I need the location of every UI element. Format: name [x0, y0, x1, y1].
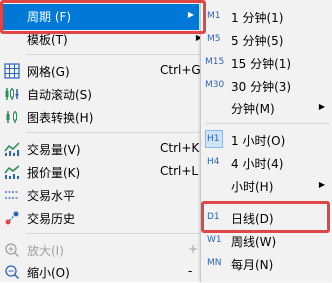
- menu-item-template[interactable]: 模板(T) ▶: [0, 28, 210, 50]
- menu-item-tick-volume-shortcut: Ctrl+L: [160, 164, 199, 178]
- period-label: 1 分钟(1): [231, 11, 284, 25]
- menu-item-template-label: 模板(T): [27, 33, 68, 47]
- zoom-in-icon: [4, 242, 20, 258]
- period-label: 周线(W): [231, 235, 277, 249]
- menu-item-trade-levels[interactable]: 交易水平: [0, 184, 210, 206]
- chart-switch-icon: [4, 109, 20, 125]
- period-code: M1: [207, 11, 221, 21]
- submenu-item-m1[interactable]: M1 1 分钟(1): [201, 6, 332, 28]
- menu-item-zoom-in-label: 放大(I): [27, 244, 64, 258]
- menu-item-grid-label: 网格(G): [27, 65, 70, 79]
- period-label: 1 小时(O): [231, 134, 286, 148]
- period-code: M5: [207, 34, 221, 44]
- menu-item-tick-volume[interactable]: 报价量(K) Ctrl+L: [0, 161, 210, 183]
- submenu-item-h4[interactable]: H4 4 小时(4): [201, 152, 332, 174]
- period-label: 15 分钟(1): [231, 57, 292, 71]
- period-label: 小时(H): [231, 180, 274, 194]
- period-code: M30: [205, 80, 225, 90]
- menu-separator: [205, 201, 329, 202]
- menu-separator: [26, 132, 210, 133]
- menu-item-zoom-out-label: 缩小(O): [27, 266, 70, 280]
- menu-item-chart-switch-label: 图表转换(H): [27, 111, 94, 125]
- auto-scroll-icon: [4, 86, 20, 102]
- period-label: 4 小时(4): [231, 157, 284, 171]
- submenu-arrow-icon: ▶: [318, 180, 325, 189]
- menu-item-tick-volume-label: 报价量(K): [27, 166, 81, 180]
- tick-volume-icon: [4, 164, 20, 180]
- menu-item-volume[interactable]: 交易量(V) Ctrl+K: [0, 138, 210, 160]
- menu-item-volume-shortcut: Ctrl+K: [160, 141, 200, 155]
- menu-item-grid[interactable]: 网格(G) Ctrl+G: [0, 60, 210, 82]
- submenu-item-mn[interactable]: MN 每月(N): [201, 253, 332, 275]
- submenu-arrow-icon: ▶: [187, 10, 194, 19]
- menu-item-auto-scroll[interactable]: 自动滚动(S): [0, 83, 210, 105]
- period-submenu: M1 1 分钟(1) M5 5 分钟(5) M15 15 分钟(1) M30 3…: [200, 0, 332, 282]
- menu-item-trade-levels-label: 交易水平: [27, 189, 76, 203]
- menu-item-zoom-in-shortcut: +: [188, 242, 199, 256]
- menu-item-trade-history-label: 交易历史: [27, 212, 76, 226]
- period-code: H4: [207, 157, 220, 167]
- period-label: 每月(N): [231, 258, 274, 272]
- menu-separator: [205, 123, 329, 124]
- submenu-item-minutes[interactable]: 分钟(M) ▶: [201, 97, 332, 119]
- submenu-item-m15[interactable]: M15 15 分钟(1): [201, 52, 332, 74]
- period-label: 日线(D): [231, 212, 274, 226]
- chart-context-menu: 周期 (F) ▶ 模板(T) ▶ 网格(G) Ctrl+G 自动滚动(S) 图表…: [0, 0, 210, 282]
- submenu-arrow-icon: ▶: [318, 102, 325, 111]
- menu-separator: [26, 233, 210, 234]
- submenu-item-w1[interactable]: W1 周线(W): [201, 230, 332, 252]
- period-label: 分钟(M): [231, 102, 275, 116]
- menu-item-volume-label: 交易量(V): [27, 143, 81, 157]
- menu-item-period-label: 周期 (F): [27, 10, 72, 24]
- zoom-out-icon: [4, 264, 20, 280]
- menu-item-period[interactable]: 周期 (F) ▶: [0, 5, 210, 27]
- period-label: 30 分钟(3): [231, 80, 292, 94]
- period-code: MN: [207, 258, 222, 268]
- menu-item-grid-shortcut: Ctrl+G: [160, 63, 201, 77]
- period-code: W1: [207, 235, 222, 245]
- menu-separator: [26, 54, 210, 55]
- period-code: M15: [205, 57, 225, 67]
- trade-levels-icon: [4, 187, 20, 203]
- trade-history-icon: [4, 210, 20, 226]
- volume-icon: [4, 141, 20, 157]
- submenu-item-d1[interactable]: D1 日线(D): [201, 207, 332, 229]
- period-label: 5 分钟(5): [231, 34, 284, 48]
- menu-item-zoom-out-shortcut: -: [188, 264, 193, 278]
- menu-item-zoom-out[interactable]: 缩小(O) -: [0, 261, 210, 283]
- grid-icon: [4, 63, 20, 79]
- submenu-item-m5[interactable]: M5 5 分钟(5): [201, 29, 332, 51]
- menu-item-zoom-in[interactable]: 放大(I) +: [0, 239, 210, 261]
- menu-item-chart-switch[interactable]: 图表转换(H): [0, 106, 210, 128]
- menu-item-auto-scroll-label: 自动滚动(S): [27, 88, 92, 102]
- period-code: H1: [207, 134, 220, 144]
- period-code: D1: [207, 212, 220, 222]
- menu-item-trade-history[interactable]: 交易历史: [0, 207, 210, 229]
- submenu-item-hours[interactable]: 小时(H) ▶: [201, 175, 332, 197]
- submenu-item-h1[interactable]: H1 1 小时(O): [201, 129, 332, 151]
- submenu-item-m30[interactable]: M30 30 分钟(3): [201, 75, 332, 97]
